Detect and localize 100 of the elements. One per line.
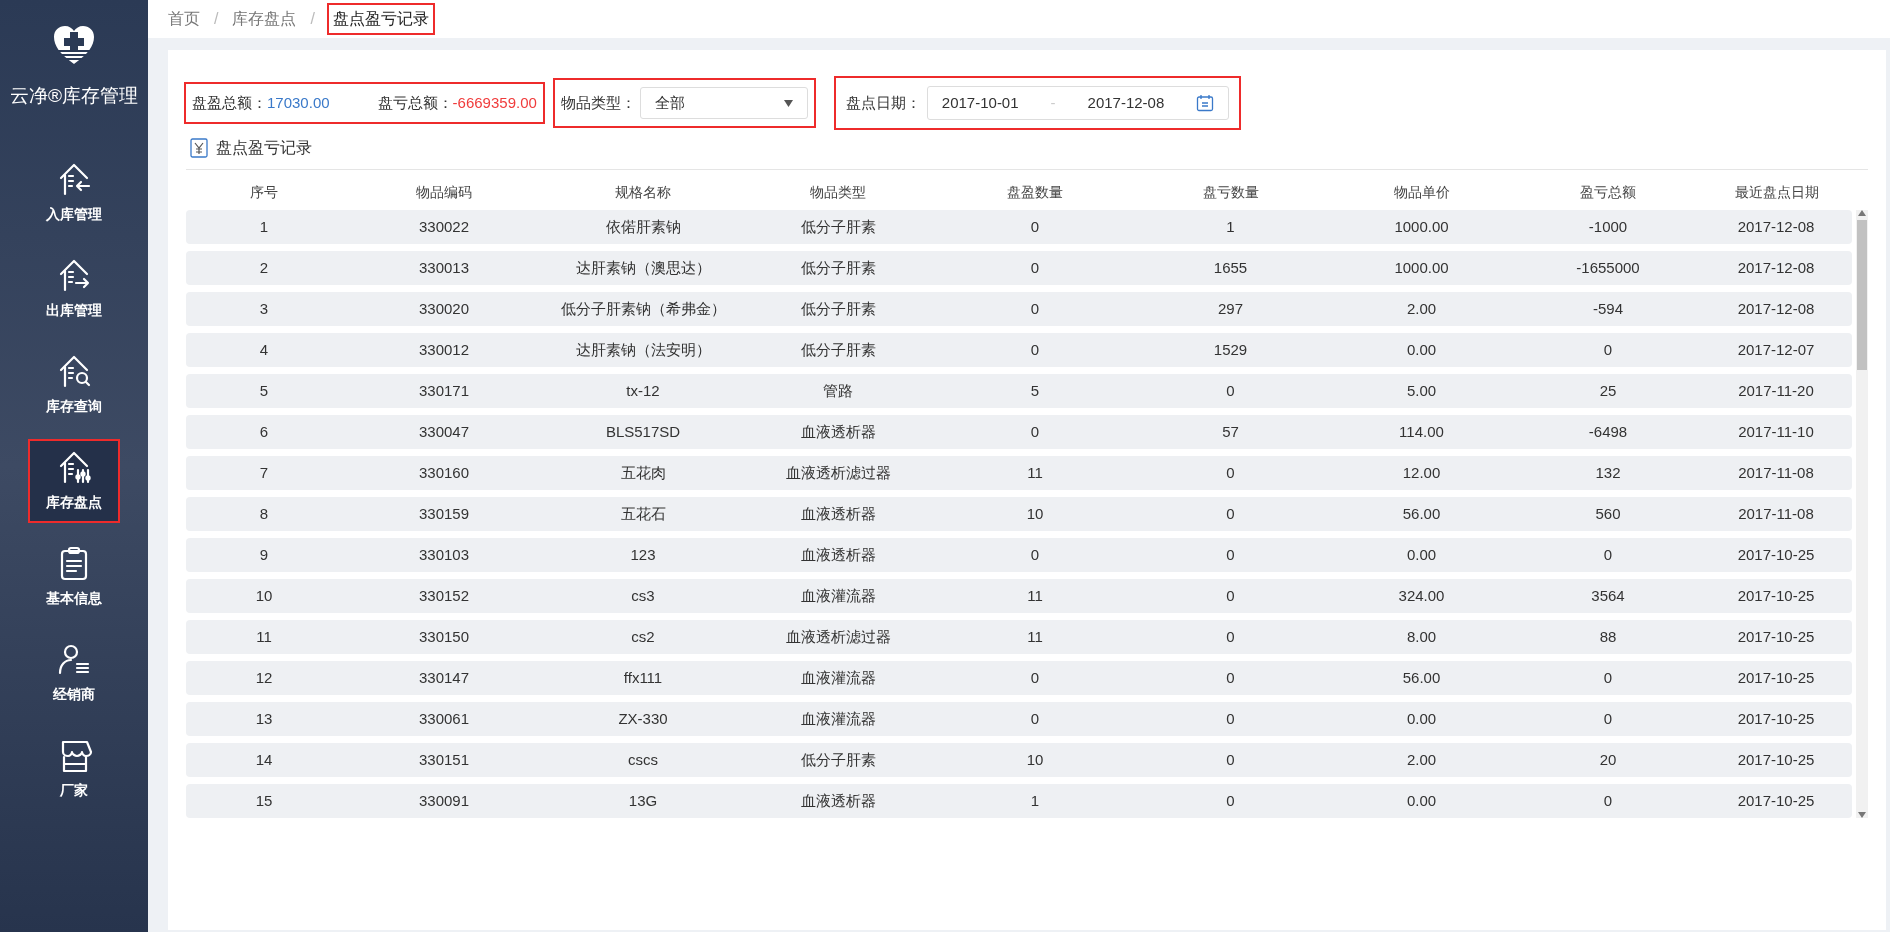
table-cell-text: 330147 [417,667,471,688]
table-cell-text: ffx111 [622,667,664,688]
table-cell-text: ZX-330 [617,708,669,729]
table-cell-text: 1 [1225,216,1236,237]
calendar-icon[interactable] [1196,94,1215,112]
table-cell-text: 2017-10-25 [1736,667,1816,688]
type-dropdown[interactable]: 全部 [639,87,808,119]
table-cell-text: 1655 [1212,257,1249,278]
table-cell-text: 五花石 [619,503,667,524]
table-cell-text: cs2 [630,626,656,647]
table-cell-text: 2.00 [1405,749,1438,770]
table-cell-text: 0 [1602,708,1614,729]
table-cell-text: 12 [254,667,274,688]
table-cell-text: 2017-11-20 [1737,380,1815,401]
table-cell-text: 0.00 [1405,790,1438,811]
table-cell-text: 297 [1217,298,1244,319]
table-cell-text: 0 [1225,708,1236,729]
table-cell-text: 330022 [417,216,471,237]
table-cell-text: 2017-10-25 [1736,544,1816,565]
table-cell-text: 2017-11-10 [1737,421,1815,442]
breadcrumb-link[interactable]: 盘点盈亏记录 [328,5,433,33]
table-cell-text: 低分子肝素 [799,216,877,237]
breadcrumb-link[interactable]: 首页 [168,7,200,31]
sidebar-item[interactable]: 经销商 [30,632,118,713]
scroll-up-arrow-icon[interactable] [1858,210,1866,216]
table-cell-text: 11 [1026,626,1044,647]
section-title: 盘点盈亏记录 [216,137,312,158]
table-cell-text: 330151 [417,749,471,770]
sidebar-item[interactable]: 库存盘点 [30,440,118,521]
table-cell-text: 0 [1029,298,1041,319]
sidebar-item[interactable]: 厂家 [30,728,118,809]
type-filter-label: 物品类型： [560,92,636,113]
table-cell-text: 0 [1602,667,1614,688]
heart-cross-logo [52,24,96,66]
table-cell-text: 0 [1225,667,1236,688]
table-cell-text: 330013 [417,257,471,278]
table-cell-text: 1 [1029,790,1041,811]
table-cell-text: BLS517SD [604,421,682,442]
table-cell-text: 血液透析器 [799,790,877,811]
table-cell-text: 低分子肝素 [799,257,877,278]
scroll-down-arrow-icon[interactable] [1858,812,1866,818]
table-cell-text: 2017-10-25 [1736,585,1816,606]
table-cell-text: 低分子肝素 [799,298,877,319]
table-cell-text: 4 [258,339,270,360]
table-cell-text: 0.00 [1405,339,1438,360]
scrollbar-thumb[interactable] [1857,220,1867,370]
table-cell-text: 10 [254,585,274,606]
table-cell-text: 2017-10-25 [1736,708,1816,729]
table-cell-text: cscs [627,749,659,770]
date-range-field[interactable]: 2017-10-01 - 2017-12-08 [926,86,1230,120]
table-cell-text: 低分子肝素 [799,339,877,360]
table-cell-text: 血液透析滤过器 [784,462,892,483]
breadcrumb-separator: / [310,9,315,29]
table-cell-text: 血液透析滤过器 [784,626,892,647]
table-cell-text: 低分子肝素 [799,749,877,770]
breadcrumb-separator: / [214,9,219,29]
table-cell-text: 330171 [417,380,471,401]
table-cell-text: 血液灌流器 [799,585,877,606]
table-cell-text: 0 [1029,421,1041,442]
table-cell-text: 2017-12-08 [1736,298,1816,319]
table-cell-text: 达肝素钠（法安明） [574,339,712,360]
table-cell-text: 330020 [417,298,471,319]
table-cell-text: 血液灌流器 [799,708,877,729]
table-cell-text: 57 [1221,421,1240,442]
scrollbar[interactable] [1856,210,1868,818]
table-cell-text: -1655000 [1575,257,1641,278]
sidebar-item[interactable]: 基本信息 [30,536,118,617]
table-cell-text: 血液灌流器 [799,667,877,688]
table-cell-text: 0 [1225,749,1236,770]
date-filter-label: 盘点日期： [845,92,921,113]
table-cell-text: 2017-11-08 [1737,503,1815,524]
sidebar-item[interactable]: 出库管理 [30,248,118,329]
sidebar-item[interactable]: 入库管理 [30,152,118,233]
sidebar-item[interactable]: 库存查询 [30,344,118,425]
table-cell-text: 0 [1029,216,1041,237]
table-cell-text: 血液透析器 [799,421,877,442]
table-cell-text: 88 [1598,626,1618,647]
table-cell-text: 11 [255,626,273,647]
breadcrumb-link[interactable]: 库存盘点 [232,7,297,31]
table-cell-text: 132 [1594,462,1622,483]
table-cell-text: 0 [1225,462,1236,483]
table-cell-text: 五花肉 [619,462,667,483]
table-cell-text: 1 [258,216,270,237]
table-cell-text: 依偌肝素钠 [604,216,682,237]
table-cell-text: 3 [258,298,270,319]
table-cell-text: 114.00 [1398,421,1445,442]
table-cell-text: 10 [1025,503,1045,524]
table-cell-text: 7 [258,462,270,483]
table-cell-text: 330160 [417,462,471,483]
column-header: 规格名称 [614,182,672,202]
table-cell-text: -594 [1592,298,1624,319]
table-cell-text: -6498 [1587,421,1629,442]
table-cell-text: 2017-10-25 [1736,626,1816,647]
table-cell-text: 123 [629,544,657,565]
table-cell-text: 0 [1029,544,1041,565]
table-cell-text: 330103 [417,544,471,565]
table-cell-text: 11 [1026,462,1044,483]
table-cell-text: 330150 [417,626,471,647]
table-cell-text: 330159 [417,503,471,524]
table-cell-text: 5 [258,380,270,401]
